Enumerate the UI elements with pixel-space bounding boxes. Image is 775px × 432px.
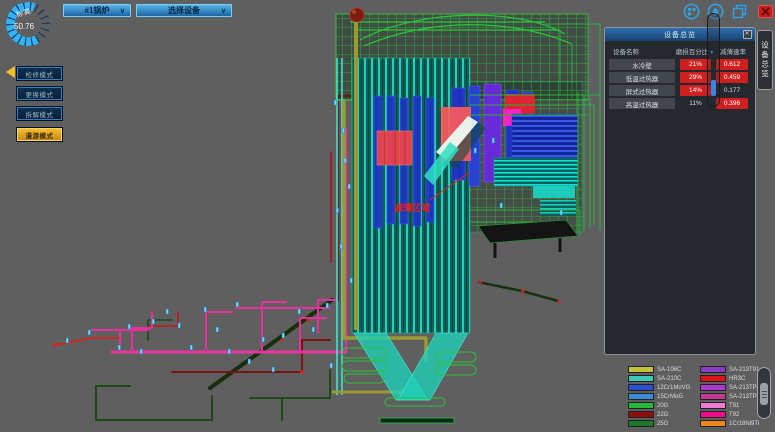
legend-label: 25G bbox=[657, 421, 668, 427]
mode-button-label: 漫游模式 bbox=[26, 130, 54, 140]
platform bbox=[478, 220, 578, 303]
pipe-network bbox=[53, 96, 352, 420]
legend-item: 22G bbox=[628, 410, 690, 419]
view-slider[interactable] bbox=[707, 13, 720, 107]
thinning-rate: 0.396 bbox=[716, 98, 748, 109]
thinning-rate: 0.459 bbox=[716, 72, 748, 83]
color-swatch bbox=[700, 402, 726, 409]
hopper bbox=[342, 333, 476, 423]
device-select-dropdown[interactable]: 选择设备 ∨ bbox=[136, 4, 232, 17]
mode-button-label: 拆解模式 bbox=[26, 109, 54, 119]
wear-table-header: 设备名称 磨损百分比▼ 减薄速率 bbox=[609, 46, 751, 56]
legend-label: T91 bbox=[729, 403, 739, 409]
color-swatch bbox=[628, 411, 654, 418]
table-row[interactable]: 低温过热器 29% 0.459 bbox=[609, 72, 751, 83]
legend-column-left: SA-106C SA-210C 12Cr1MoVG 15CrMoG 20G 22… bbox=[628, 365, 690, 428]
color-swatch bbox=[628, 384, 654, 391]
wear-table: 设备名称 磨损百分比▼ 减薄速率 水冷壁 21% 0.612 低温过热器 29%… bbox=[605, 41, 755, 109]
header-wear-percent-label: 磨损百分比 bbox=[676, 49, 709, 56]
legend-label: 20G bbox=[657, 403, 668, 409]
legend-label: T92 bbox=[729, 412, 739, 418]
elevation-gauge-value: 50.76 bbox=[14, 22, 34, 31]
table-row[interactable]: 屏式过热器 14% 0.177 bbox=[609, 85, 751, 96]
legend-item: SA-210C bbox=[628, 374, 690, 383]
color-swatch bbox=[628, 420, 654, 427]
legend-item: SA-106C bbox=[628, 365, 690, 374]
legend-label: 1Cr18Ni9Ti bbox=[729, 421, 759, 427]
mode-button-label: 更换模式 bbox=[26, 89, 54, 99]
legend-label: SA-106C bbox=[657, 367, 681, 373]
legend-item: 15CrMoG bbox=[628, 392, 690, 401]
legend-item: 20G bbox=[628, 401, 690, 410]
color-swatch bbox=[700, 393, 726, 400]
legend-label: 22G bbox=[657, 412, 668, 418]
thinning-area-label: 减薄区域 bbox=[394, 202, 430, 213]
mode-button-roam[interactable]: 漫游模式 bbox=[17, 128, 62, 141]
color-swatch bbox=[700, 384, 726, 391]
boiler-select-label: #1锅炉 bbox=[85, 5, 110, 16]
device-overview-panel: 设备总览 ✕ 设备名称 磨损百分比▼ 减薄速率 水冷壁 21% 0.612 低温… bbox=[604, 27, 756, 355]
legend-label: 12Cr1MoVG bbox=[657, 385, 690, 391]
layers-icon[interactable] bbox=[731, 3, 748, 20]
panel-title: 设备总览 bbox=[664, 30, 696, 40]
header-device-name: 设备名称 bbox=[609, 46, 675, 56]
window-icon-bar bbox=[683, 3, 773, 20]
mode-button-disassemble[interactable]: 拆解模式 bbox=[17, 107, 62, 120]
device-name: 低温过热器 bbox=[609, 72, 675, 83]
view-slider-thumb[interactable] bbox=[711, 80, 716, 96]
color-swatch bbox=[628, 366, 654, 373]
legend-scrollbar-thumb[interactable] bbox=[760, 383, 768, 405]
table-row[interactable]: 高温过热器 11% 0.396 bbox=[609, 98, 751, 109]
mode-button-overhaul[interactable]: 检修模式 bbox=[17, 67, 62, 80]
chevron-down-icon: ∨ bbox=[221, 7, 226, 15]
device-name: 高温过热器 bbox=[609, 98, 675, 109]
dashboard-grid-icon[interactable] bbox=[683, 3, 700, 20]
legend-label: 15CrMoG bbox=[657, 394, 683, 400]
legend-label: SA-213T91 bbox=[729, 367, 759, 373]
mode-button-label: 检修模式 bbox=[26, 69, 54, 79]
color-swatch bbox=[700, 366, 726, 373]
legend-item: 1Cr18Ni9Ti bbox=[700, 419, 767, 428]
legend-item: 12Cr1MoVG bbox=[628, 383, 690, 392]
thinning-rate: 0.177 bbox=[716, 85, 748, 96]
device-name: 水冷壁 bbox=[609, 59, 675, 70]
close-icon[interactable] bbox=[758, 5, 773, 18]
thinning-rate: 0.612 bbox=[716, 59, 748, 70]
legend-item: 25G bbox=[628, 419, 690, 428]
color-swatch bbox=[628, 393, 654, 400]
legend-label: SA-210C bbox=[657, 376, 681, 382]
panel-title-bar: 设备总览 ✕ bbox=[605, 28, 755, 41]
device-select-label: 选择设备 bbox=[168, 5, 200, 16]
table-row[interactable]: 水冷壁 21% 0.612 bbox=[609, 59, 751, 70]
color-swatch bbox=[700, 375, 726, 382]
mode-button-replace[interactable]: 更换模式 bbox=[17, 87, 62, 100]
chevron-down-icon: ∨ bbox=[120, 7, 125, 15]
legend-scrollbar[interactable] bbox=[757, 367, 771, 419]
header-thinning-rate: 减薄速率 bbox=[715, 46, 751, 56]
device-name: 屏式过热器 bbox=[609, 85, 675, 96]
color-swatch bbox=[700, 411, 726, 418]
legend-label: HR3C bbox=[729, 376, 745, 382]
collapse-left-arrow-icon[interactable] bbox=[6, 66, 15, 78]
color-swatch bbox=[628, 402, 654, 409]
color-swatch bbox=[700, 420, 726, 427]
tab-device-overview[interactable]: 设备总览 bbox=[757, 30, 773, 90]
boiler-select-dropdown[interactable]: #1锅炉 ∨ bbox=[63, 4, 131, 17]
panel-close-icon[interactable]: ✕ bbox=[743, 30, 752, 39]
color-swatch bbox=[628, 375, 654, 382]
